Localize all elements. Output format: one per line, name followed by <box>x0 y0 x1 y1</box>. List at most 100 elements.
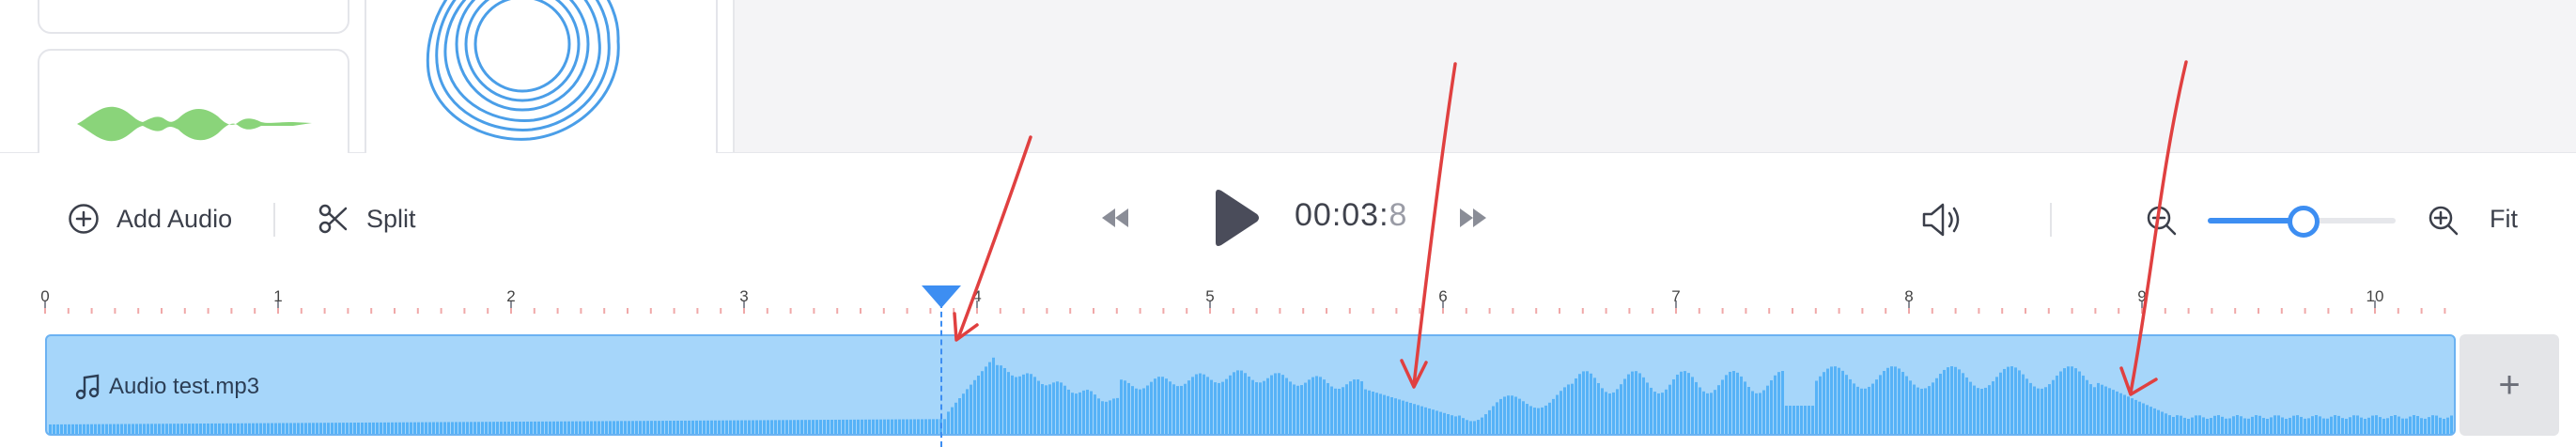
waveform-bar <box>1980 388 1983 434</box>
waveform-bar <box>1567 384 1570 434</box>
waveform-bar <box>1684 371 1686 434</box>
waveform-bar <box>1364 389 1367 434</box>
waveform-bar <box>2236 415 2239 434</box>
add-audio-button[interactable]: Add Audio <box>68 203 232 235</box>
waveform-bar <box>706 420 709 434</box>
timeline-ruler[interactable] <box>0 282 2576 329</box>
waveform-bar <box>425 422 427 434</box>
waveform-bar <box>1913 384 1916 434</box>
waveform-bar <box>684 420 687 434</box>
waveform-bar <box>139 424 142 434</box>
waveform-bar <box>278 423 281 434</box>
waveform-bar <box>620 421 623 434</box>
waveform-bar <box>1560 391 1562 434</box>
audio-track-clip[interactable]: Audio test.mp3 <box>45 334 2456 436</box>
fit-button[interactable]: Fit <box>2490 205 2518 234</box>
zoom-slider-knob[interactable] <box>2288 206 2320 238</box>
waveform-bar <box>1995 377 1998 434</box>
waveform-bar <box>312 423 315 434</box>
fast-forward-icon[interactable] <box>1458 205 1488 231</box>
zoom-slider[interactable] <box>2208 206 2396 238</box>
waveform-bar <box>1526 404 1529 434</box>
waveform-bar <box>2168 415 2171 434</box>
waveform-bar <box>973 379 976 434</box>
waveform-bar <box>1390 397 1393 434</box>
waveform-bar <box>1180 385 1183 434</box>
waveform-bar <box>1864 388 1867 434</box>
waveform-bar <box>545 421 548 434</box>
waveform-bar <box>575 421 578 434</box>
waveform-bar <box>1003 367 1006 434</box>
waveform-bar <box>1845 375 1848 434</box>
waveform-bar <box>1762 390 1765 434</box>
waveform-bar <box>635 421 638 434</box>
waveform-bar <box>744 420 747 434</box>
waveform-bar <box>2180 415 2182 434</box>
waveform-bar <box>1826 368 1829 434</box>
waveform-bar <box>2183 417 2186 434</box>
waveform-bar <box>1146 385 1149 434</box>
waveform-bar <box>199 424 202 434</box>
waveform-bar <box>2435 415 2438 434</box>
waveform-bar <box>173 424 176 434</box>
play-icon[interactable] <box>1210 188 1261 248</box>
waveform-bar <box>2172 416 2175 434</box>
playhead-handle[interactable] <box>922 285 961 308</box>
waveform-bar <box>1300 385 1303 434</box>
waveform-bar <box>823 420 826 434</box>
rewind-icon[interactable] <box>1100 205 1130 231</box>
zoom-out-icon[interactable] <box>2146 205 2178 237</box>
waveform-bar <box>1311 377 1314 434</box>
waveform-bar <box>1492 406 1495 434</box>
waveform-bar <box>2131 398 2134 434</box>
zoom-in-icon[interactable] <box>2428 205 2460 237</box>
waveform-bar <box>1375 393 1378 434</box>
waveform-bar <box>2416 415 2419 434</box>
volume-icon[interactable] <box>1920 201 1963 239</box>
waveform-bar <box>2330 416 2333 434</box>
waveform-bar <box>2390 416 2393 434</box>
waveform-bar <box>992 357 995 434</box>
asset-card-circle-wave[interactable] <box>365 0 718 171</box>
waveform-bar <box>2078 371 2081 434</box>
waveform-bar <box>1067 389 1070 434</box>
waveform-bar <box>1680 371 1683 434</box>
waveform-bar <box>1484 414 1487 434</box>
waveform-bar <box>519 421 521 434</box>
waveform-bar <box>1345 384 1348 434</box>
waveform-bar <box>936 419 939 434</box>
waveform-bar <box>1672 378 1675 434</box>
waveform-bar <box>658 421 660 434</box>
waveform-bar <box>1503 396 1506 434</box>
waveform-bar <box>1578 374 1581 434</box>
waveform-bar <box>2424 418 2427 434</box>
waveform-bar <box>2018 370 2021 434</box>
waveform-bar <box>1142 388 1145 434</box>
waveform-bar <box>549 421 551 434</box>
waveform-bar <box>229 423 232 434</box>
waveform-bar <box>785 420 788 434</box>
waveform-bar <box>2010 366 2013 434</box>
waveform-bar <box>1661 393 1664 434</box>
waveform-bar <box>1529 406 1532 434</box>
waveform-bar <box>1590 373 1592 434</box>
waveform-bar <box>60 424 63 434</box>
waveform-bar <box>1781 371 1784 434</box>
waveform-bar <box>1766 385 1769 434</box>
waveform-bar <box>2161 411 2164 434</box>
asset-card-top[interactable] <box>38 0 349 34</box>
waveform-bar <box>849 419 852 434</box>
waveform-bar <box>1240 370 1243 434</box>
waveform-bar <box>1063 385 1066 434</box>
waveform-bar <box>368 422 371 434</box>
waveform-bar <box>150 424 153 434</box>
waveform-bar <box>1815 380 1818 434</box>
waveform-bar <box>75 424 78 434</box>
add-track-button[interactable]: + <box>2460 334 2559 436</box>
waveform-bar <box>646 421 649 434</box>
waveform-bar <box>943 419 946 434</box>
split-button[interactable]: Split <box>318 203 416 235</box>
waveform-bar <box>481 422 484 434</box>
waveform-bar <box>132 424 134 434</box>
waveform-bar <box>2285 418 2288 434</box>
